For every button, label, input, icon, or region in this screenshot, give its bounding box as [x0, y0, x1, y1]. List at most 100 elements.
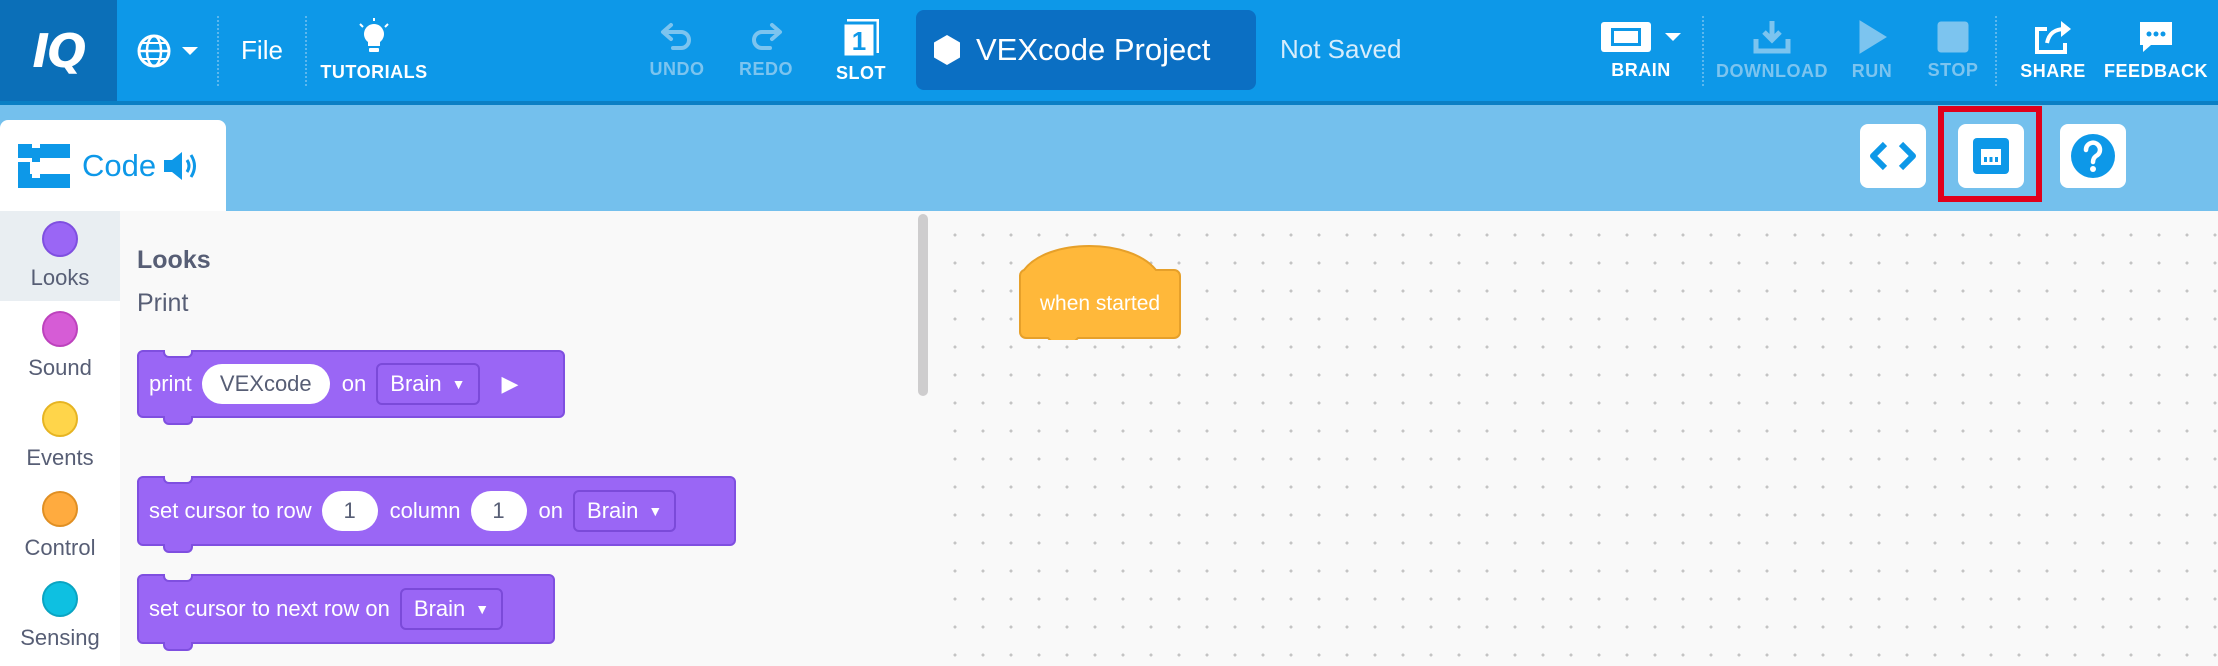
block-notch	[163, 476, 193, 484]
column-text: column	[389, 498, 461, 523]
stop-button[interactable]: STOP	[1920, 0, 1986, 101]
speaker-icon[interactable]	[162, 148, 202, 184]
toolbar-divider	[305, 16, 307, 86]
redo-button[interactable]: REDO	[733, 0, 799, 101]
block-tab	[163, 642, 193, 651]
category-label: Sound	[28, 355, 92, 380]
toolbar-divider	[1702, 16, 1704, 86]
palette-heading: Looks	[137, 246, 211, 274]
print-block[interactable]: print VEXcode on Brain ▼ ▶	[137, 350, 565, 425]
category-events[interactable]: Events	[0, 391, 120, 481]
code-viewer-button[interactable]	[1860, 124, 1926, 188]
block-tab	[163, 416, 193, 425]
tab-code[interactable]: Code	[0, 120, 226, 211]
logo-text: IQ	[32, 23, 86, 78]
code-blocks-icon	[18, 143, 70, 188]
next-row-target-dropdown[interactable]: Brain ▼	[399, 588, 504, 630]
play-icon[interactable]: ▶	[502, 371, 519, 397]
tutorials-label: TUTORIALS	[320, 62, 428, 82]
undo-button[interactable]: UNDO	[642, 0, 712, 101]
set-cursor-target-value: Brain	[587, 498, 639, 523]
palette-subheading: Print	[137, 289, 189, 317]
code-tab-label: Code	[82, 147, 157, 183]
undo-label: UNDO	[649, 59, 705, 79]
file-menu-label: File	[241, 35, 283, 65]
run-label: RUN	[1851, 61, 1893, 81]
vex-iq-logo: IQ	[0, 0, 117, 101]
project-name: VEXcode Project	[976, 32, 1211, 67]
sound-dot-icon	[42, 311, 78, 347]
print-block-text: print	[149, 371, 192, 396]
caret-down-icon: ▼	[451, 376, 466, 392]
help-button[interactable]	[2060, 124, 2126, 188]
share-icon	[2035, 21, 2071, 54]
project-name-box[interactable]: VEXcode Project	[916, 10, 1256, 90]
download-label: DOWNLOAD	[1716, 61, 1828, 81]
devices-button-highlight	[1938, 106, 2042, 202]
set-cursor-block[interactable]: set cursor to row 1 column 1 on Brain ▼	[137, 476, 736, 553]
block-tab	[163, 544, 193, 553]
category-label: Control	[24, 535, 96, 560]
caret-down-icon: ▼	[475, 601, 490, 617]
brain-device-icon	[1601, 22, 1651, 52]
save-status: Not Saved	[1280, 34, 1402, 64]
block-notch	[163, 350, 193, 358]
category-label: Looks	[30, 265, 90, 290]
share-button[interactable]: SHARE	[2016, 0, 2090, 101]
stop-icon	[1937, 21, 1969, 53]
set-cursor-target-dropdown[interactable]: Brain ▼	[573, 490, 677, 532]
category-sound[interactable]: Sound	[0, 301, 120, 391]
hexagon-icon	[934, 35, 960, 65]
next-row-block[interactable]: set cursor to next row on Brain ▼	[137, 574, 555, 651]
undo-icon	[661, 23, 691, 50]
download-icon	[1753, 21, 1791, 54]
brain-button[interactable]: BRAIN	[1598, 0, 1684, 101]
chevron-down-icon	[1665, 33, 1681, 41]
slot-button[interactable]: 1 SLOT	[826, 0, 896, 101]
toolbar-divider	[1995, 16, 1997, 86]
feedback-button[interactable]: FEEDBACK	[2100, 0, 2212, 101]
language-button[interactable]	[130, 0, 205, 101]
next-row-target-value: Brain	[413, 596, 466, 621]
globe-icon	[137, 34, 170, 67]
when-started-block[interactable]: when started	[1018, 244, 1182, 345]
run-button[interactable]: RUN	[1842, 0, 1902, 101]
redo-label: REDO	[738, 59, 793, 79]
chevron-down-icon	[181, 46, 198, 55]
control-dot-icon	[42, 491, 78, 527]
print-on-text: on	[341, 371, 367, 396]
category-sensing[interactable]: Sensing	[0, 571, 120, 661]
set-cursor-text: set cursor to row	[149, 498, 312, 523]
stop-label: STOP	[1927, 60, 1979, 80]
category-list: Looks Sound Events Control Sensing	[0, 211, 120, 666]
print-value-input[interactable]: VEXcode	[201, 364, 330, 404]
when-started-label: when started	[1039, 292, 1161, 315]
redo-icon	[752, 23, 782, 50]
category-label: Events	[26, 445, 94, 470]
caret-down-icon: ▼	[648, 503, 663, 519]
code-view-icon	[1870, 141, 1916, 171]
column-input[interactable]: 1	[470, 491, 527, 531]
feedback-icon	[2140, 22, 2172, 52]
lightbulb-icon	[359, 18, 389, 52]
category-looks[interactable]: Looks	[0, 211, 120, 301]
block-notch	[163, 574, 193, 582]
feedback-label: FEEDBACK	[2103, 61, 2208, 81]
print-target-dropdown[interactable]: Brain ▼	[376, 363, 480, 405]
events-dot-icon	[42, 401, 78, 437]
download-button[interactable]: DOWNLOAD	[1710, 0, 1834, 101]
play-icon	[1859, 20, 1887, 54]
file-menu-button[interactable]: File	[222, 0, 302, 101]
sensing-dot-icon	[42, 581, 78, 617]
next-row-text: set cursor to next row on	[149, 596, 390, 621]
category-label: Sensing	[20, 625, 100, 650]
help-icon	[2071, 134, 2115, 178]
row-input[interactable]: 1	[321, 491, 378, 531]
share-label: SHARE	[2020, 61, 2086, 81]
print-target-value: Brain	[390, 371, 442, 396]
slot-number: 1	[852, 26, 866, 56]
palette-scrollbar[interactable]	[918, 214, 928, 396]
brain-label: BRAIN	[1611, 60, 1671, 80]
category-control[interactable]: Control	[0, 481, 120, 571]
tutorials-button[interactable]: TUTORIALS	[318, 0, 430, 101]
